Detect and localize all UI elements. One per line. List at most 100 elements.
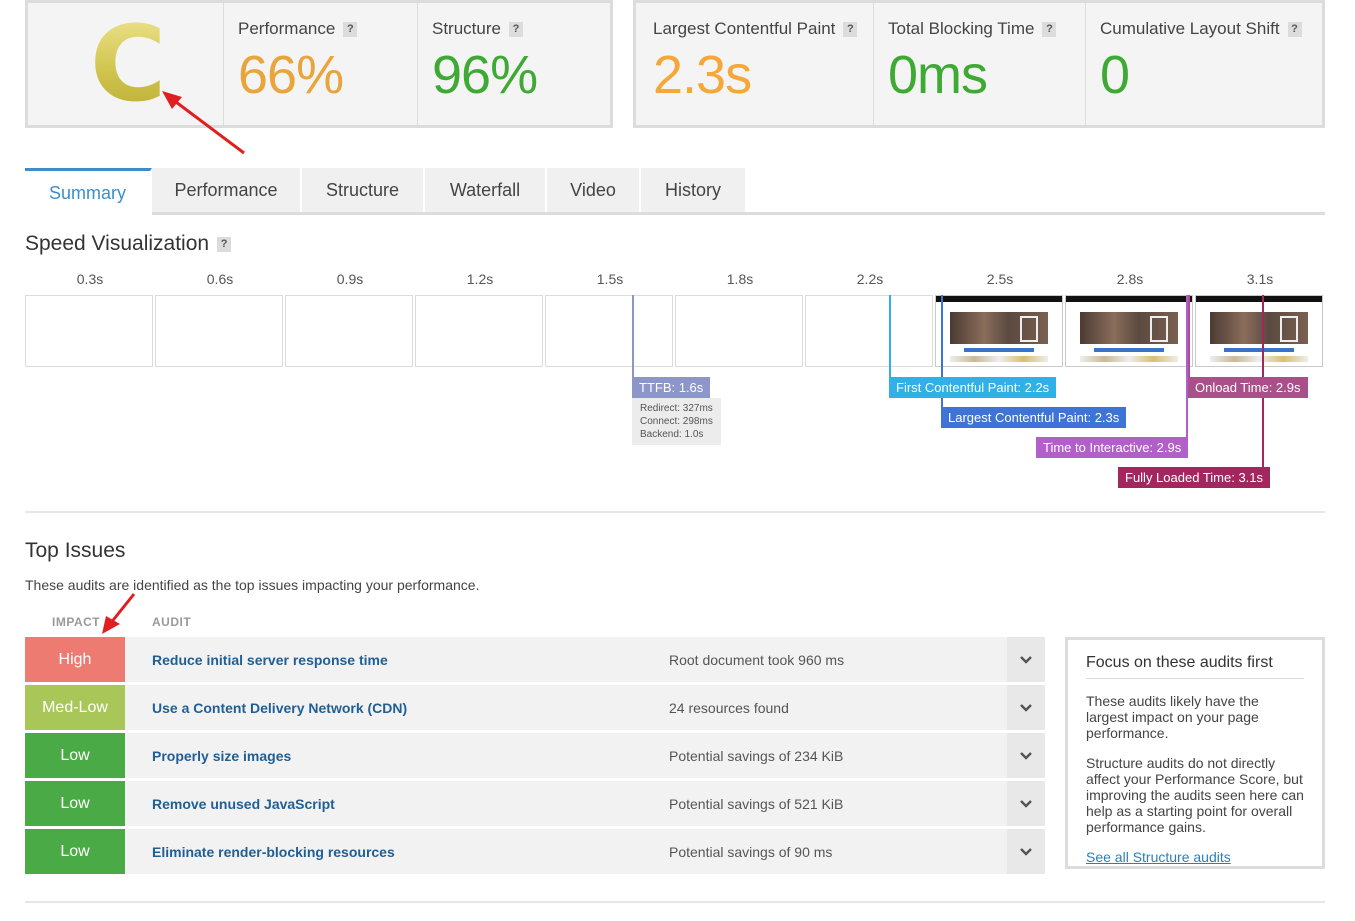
filmstrip-frame[interactable] xyxy=(545,295,673,367)
time-tick: 0.9s xyxy=(336,271,364,287)
cls-value: 0 xyxy=(1100,45,1130,105)
audit-detail: Potential savings of 90 ms xyxy=(669,843,833,860)
chevron-down-icon xyxy=(1020,703,1032,712)
focus-text: These audits likely have the largest imp… xyxy=(1086,693,1259,741)
grade-score-panel: C Performance? 66% Structure? 96% xyxy=(25,0,613,128)
performance-value: 66% xyxy=(238,45,344,105)
help-icon[interactable]: ? xyxy=(843,21,858,37)
impact-badge: Low xyxy=(25,733,125,778)
grade-letter: C xyxy=(90,3,167,125)
filmstrip-frame[interactable] xyxy=(155,295,283,367)
audit-link[interactable]: Eliminate render-blocking resources xyxy=(152,844,395,860)
filmstrip-frame[interactable] xyxy=(415,295,543,367)
time-tick: 0.6s xyxy=(206,271,234,287)
filmstrip-frame[interactable] xyxy=(25,295,153,367)
fcp-marker[interactable]: First Contentful Paint: 2.2s xyxy=(889,377,1057,398)
impact-column-header: IMPACT xyxy=(52,615,101,629)
help-icon[interactable]: ? xyxy=(343,21,358,37)
audit-detail: Potential savings of 234 KiB xyxy=(669,747,844,764)
impact-badge: Med-Low xyxy=(25,685,125,730)
tab-video[interactable]: Video xyxy=(547,168,641,212)
tbt-label: Total Blocking Time xyxy=(888,19,1035,38)
top-issues-intro: These audits are identified as the top i… xyxy=(25,577,480,593)
help-icon[interactable]: ? xyxy=(1042,21,1057,37)
issue-row[interactable]: Med-Low Use a Content Delivery Network (… xyxy=(25,685,1045,730)
audit-detail: Root document took 960 ms xyxy=(669,651,845,668)
web-vitals-panel: Largest Contentful Paint? 2.3s Total Blo… xyxy=(633,0,1325,128)
focus-text: Structure audits do not directly affect … xyxy=(1086,755,1304,835)
ttfb-marker[interactable]: TTFB: 1.6s xyxy=(632,377,711,398)
filmstrip-screenshot[interactable] xyxy=(935,295,1063,367)
fcp-line xyxy=(889,295,891,377)
audit-link[interactable]: Reduce initial server response time xyxy=(152,652,388,668)
onload-line xyxy=(1188,295,1190,377)
time-tick: 1.2s xyxy=(466,271,494,287)
expand-button[interactable] xyxy=(1007,733,1045,778)
top-issues-title: Top Issues xyxy=(25,539,126,562)
section-divider xyxy=(25,511,1325,513)
filmstrip-frame[interactable] xyxy=(285,295,413,367)
expand-button[interactable] xyxy=(1007,685,1045,730)
impact-badge: High xyxy=(25,637,125,682)
structure-value: 96% xyxy=(432,45,538,105)
see-all-structure-link[interactable]: See all Structure audits xyxy=(1086,849,1304,865)
lcp-label: Largest Contentful Paint xyxy=(653,19,836,38)
tab-structure[interactable]: Structure xyxy=(302,168,425,212)
audit-link[interactable]: Remove unused JavaScript xyxy=(152,796,335,812)
help-icon[interactable]: ? xyxy=(217,236,232,252)
section-divider xyxy=(25,901,1325,903)
tab-waterfall[interactable]: Waterfall xyxy=(425,168,547,212)
speed-visualization-title: Speed Visualization? xyxy=(25,232,232,256)
ttfb-redirect: Redirect: 327ms xyxy=(640,403,713,414)
time-tick: 3.1s xyxy=(1246,271,1274,287)
issue-row[interactable]: Low Properly size images Potential savin… xyxy=(25,733,1045,778)
structure-label: Structure xyxy=(432,19,501,38)
report-tabs: Summary Performance Structure Waterfall … xyxy=(25,168,1325,215)
issue-row[interactable]: High Reduce initial server response time… xyxy=(25,637,1045,682)
filmstrip-frame[interactable] xyxy=(675,295,803,367)
expand-button[interactable] xyxy=(1007,637,1045,682)
annotation-arrow xyxy=(102,593,136,634)
issue-row[interactable]: Low Eliminate render-blocking resources … xyxy=(25,829,1045,874)
chevron-down-icon xyxy=(1020,847,1032,856)
ttfb-line xyxy=(632,295,634,377)
tab-performance[interactable]: Performance xyxy=(152,168,302,212)
time-tick: 1.8s xyxy=(726,271,754,287)
performance-label: Performance xyxy=(238,19,336,38)
chevron-down-icon xyxy=(1020,751,1032,760)
structure-score: Structure? 96% xyxy=(418,3,610,125)
filmstrip-screenshot[interactable] xyxy=(1195,295,1323,367)
tab-history[interactable]: History xyxy=(641,168,747,212)
issues-list: High Reduce initial server response time… xyxy=(25,637,1045,877)
tti-marker[interactable]: Time to Interactive: 2.9s xyxy=(1036,437,1189,458)
focus-title: Focus on these audits first xyxy=(1086,654,1304,679)
audit-link[interactable]: Properly size images xyxy=(152,748,291,764)
time-tick: 2.8s xyxy=(1116,271,1144,287)
help-icon[interactable]: ? xyxy=(508,21,523,37)
time-tick: 2.2s xyxy=(856,271,884,287)
time-tick: 0.3s xyxy=(76,271,104,287)
fully-loaded-marker[interactable]: Fully Loaded Time: 3.1s xyxy=(1118,467,1271,488)
audit-column-header: AUDIT xyxy=(152,615,192,629)
lcp-marker[interactable]: Largest Contentful Paint: 2.3s xyxy=(941,407,1127,428)
cls-label: Cumulative Layout Shift xyxy=(1100,19,1280,38)
help-icon[interactable]: ? xyxy=(1287,21,1302,37)
impact-badge: Low xyxy=(25,781,125,826)
expand-button[interactable] xyxy=(1007,781,1045,826)
issue-row[interactable]: Low Remove unused JavaScript Potential s… xyxy=(25,781,1045,826)
audit-link[interactable]: Use a Content Delivery Network (CDN) xyxy=(152,700,407,716)
onload-marker[interactable]: Onload Time: 2.9s xyxy=(1188,377,1308,398)
expand-button[interactable] xyxy=(1007,829,1045,874)
filmstrip-frame[interactable] xyxy=(805,295,933,367)
filmstrip xyxy=(25,295,1325,367)
time-tick: 2.5s xyxy=(986,271,1014,287)
tab-summary[interactable]: Summary xyxy=(25,168,152,215)
ttfb-backend: Backend: 1.0s xyxy=(640,429,704,440)
impact-badge: Low xyxy=(25,829,125,874)
tbt-metric: Total Blocking Time? 0ms xyxy=(874,3,1086,125)
filmstrip-screenshot[interactable] xyxy=(1065,295,1193,367)
chevron-down-icon xyxy=(1020,799,1032,808)
ttfb-breakdown: Redirect: 327ms Connect: 298ms Backend: … xyxy=(632,398,721,445)
focus-panel: Focus on these audits first These audits… xyxy=(1065,637,1325,869)
performance-score: Performance? 66% xyxy=(224,3,418,125)
